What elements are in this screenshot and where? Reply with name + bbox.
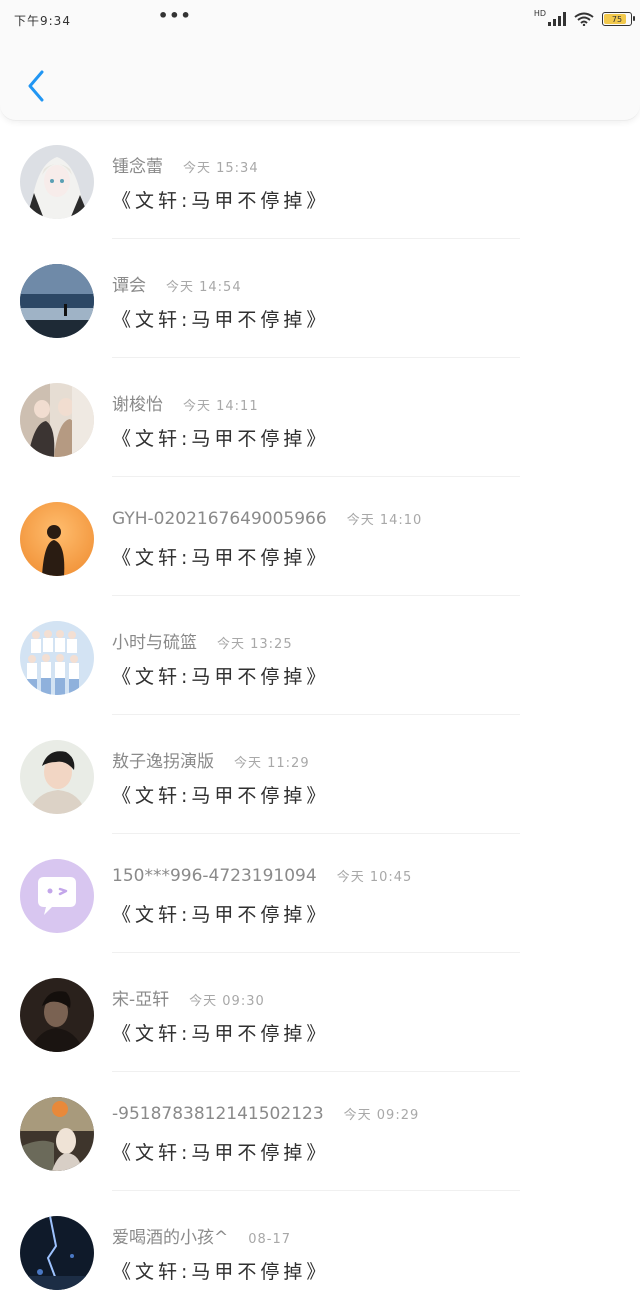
message-preview: 《文轩:马甲不停掉》 [112, 428, 330, 450]
timestamp: 今天 10:45 [336, 870, 413, 885]
row-meta: 150***996-4723191094 今天 10:45 [112, 866, 412, 886]
timestamp: 今天 13:25 [217, 637, 293, 652]
message-preview: 《文轩:马甲不停掉》 [112, 666, 330, 688]
message-preview: 《文轩:马甲不停掉》 [112, 1023, 330, 1045]
avatar[interactable] [20, 502, 94, 576]
wifi-icon [574, 12, 594, 26]
message-preview: 《文轩:马甲不停掉》 [112, 309, 330, 331]
sender-name: 小时与硫篮 [112, 633, 197, 653]
battery-level: 75 [611, 14, 623, 24]
status-icons: HD 75 [533, 9, 635, 28]
row-meta: 谭会 今天 14:54 [112, 271, 242, 296]
timestamp: 今天 14:10 [346, 513, 423, 528]
message-row[interactable]: 锺念蕾 今天 15:34 《文轩:马甲不停掉》 [0, 120, 640, 239]
message-list: 锺念蕾 今天 15:34 《文轩:马甲不停掉》 谭会 今天 14:54 《文轩:马甲… [0, 120, 640, 1310]
avatar[interactable] [20, 1216, 94, 1290]
timestamp: 今天 15:34 [183, 161, 259, 176]
avatar[interactable] [20, 978, 94, 1052]
avatar[interactable] [20, 1097, 94, 1171]
message-row[interactable]: 谭会 今天 14:54 《文轩:马甲不停掉》 [0, 239, 640, 358]
message-preview: 《文轩:马甲不停掉》 [112, 904, 330, 926]
message-row[interactable]: 小时与硫篮 今天 13:25 《文轩:马甲不停掉》 [0, 596, 640, 715]
row-meta: GYH-0202167649005966 今天 14:10 [112, 509, 422, 529]
signal-icon [548, 12, 566, 26]
message-row[interactable]: 150***996-4723191094 今天 10:45 《文轩:马甲不停掉》 [0, 834, 640, 953]
chevron-left-icon [28, 70, 44, 102]
timestamp: 今天 09:30 [189, 994, 265, 1009]
sender-name: 宋-亞轩 [112, 990, 170, 1010]
timestamp: 今天 14:54 [166, 280, 242, 295]
timestamp: 今天 11:29 [234, 756, 310, 771]
battery-icon: 75 [602, 12, 635, 26]
avatar[interactable] [20, 264, 94, 338]
row-meta: 谢梭怡 今天 14:11 [112, 390, 259, 415]
message-preview: 《文轩:马甲不停掉》 [112, 1142, 330, 1164]
row-meta: 锺念蕾 今天 15:34 [112, 152, 259, 177]
timestamp: 08-17 [248, 1232, 292, 1247]
avatar[interactable] [20, 740, 94, 814]
row-meta: 宋-亞轩 今天 09:30 [112, 985, 265, 1010]
row-meta: 小时与硫篮 今天 13:25 [112, 628, 293, 653]
avatar[interactable] [20, 859, 94, 933]
more-notifications-icon: ••• [158, 6, 192, 25]
message-preview: 《文轩:马甲不停掉》 [112, 785, 330, 807]
message-row[interactable]: 谢梭怡 今天 14:11 《文轩:马甲不停掉》 [0, 358, 640, 477]
avatar[interactable] [20, 145, 94, 219]
sender-name: 爱喝酒的小孩^ [112, 1228, 229, 1248]
row-meta: 爱喝酒的小孩^ 08-17 [112, 1223, 291, 1248]
timestamp: 今天 14:11 [183, 399, 259, 414]
message-preview: 《文轩:马甲不停掉》 [112, 547, 330, 569]
status-time: 下午9:34 [14, 14, 71, 28]
top-bar: 下午9:34 ••• HD 75 [0, 0, 640, 121]
sender-name: 谢梭怡 [112, 395, 163, 415]
sender-name: 锺念蕾 [112, 157, 163, 177]
network-type-label: HD [533, 9, 546, 18]
sender-name: -951878381214150​2123 [112, 1104, 324, 1124]
status-bar: 下午9:34 ••• HD 75 [0, 0, 640, 36]
sender-name: 敖子逸拐演版 [112, 752, 214, 772]
sender-name: GYH-0202167649005966 [112, 509, 327, 529]
avatar[interactable] [20, 621, 94, 695]
back-button[interactable] [18, 66, 54, 106]
avatar[interactable] [20, 383, 94, 457]
message-row[interactable]: 爱喝酒的小孩^ 08-17 《文轩:马甲不停掉》 [0, 1191, 640, 1310]
message-preview: 《文轩:马甲不停掉》 [112, 190, 330, 212]
row-meta: 敖子逸拐演版 今天 11:29 [112, 747, 310, 772]
timestamp: 今天 09:29 [343, 1108, 420, 1123]
sender-name: 谭会 [112, 276, 146, 296]
message-row[interactable]: 宋-亞轩 今天 09:30 《文轩:马甲不停掉》 [0, 953, 640, 1072]
row-meta: -951878381214150​2123 今天 09:29 [112, 1104, 419, 1124]
sender-name: 150***996-4723191094 [112, 866, 317, 886]
message-row[interactable]: GYH-0202167649005966 今天 14:10 《文轩:马甲不停掉》 [0, 477, 640, 596]
message-row[interactable]: 敖子逸拐演版 今天 11:29 《文轩:马甲不停掉》 [0, 715, 640, 834]
message-row[interactable]: -951878381214150​2123 今天 09:29 《文轩:马甲不停掉》 [0, 1072, 640, 1191]
